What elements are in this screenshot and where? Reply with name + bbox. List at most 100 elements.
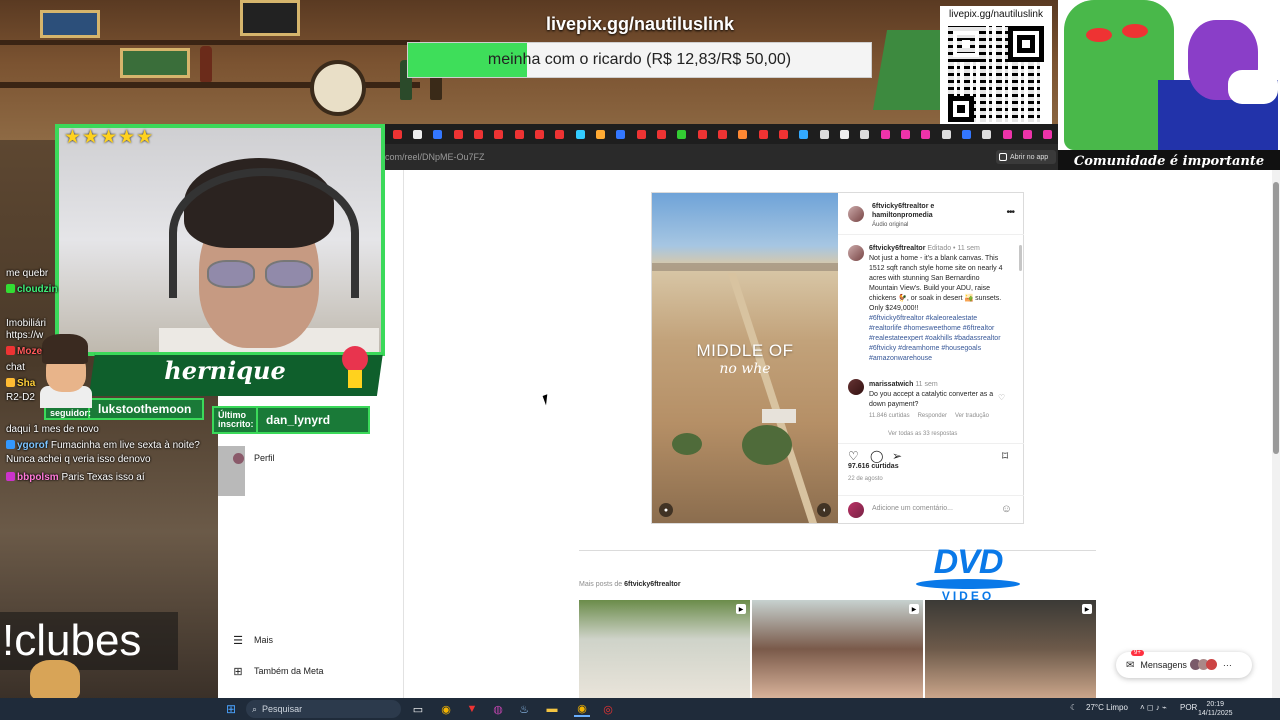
chat-message: me quebr bbox=[6, 268, 48, 279]
bookmark-icon[interactable] bbox=[712, 124, 732, 144]
tree bbox=[672, 433, 702, 455]
steam-icon[interactable]: ♨ bbox=[516, 701, 532, 717]
add-comment-placeholder[interactable]: Adicione um comentário... bbox=[872, 505, 953, 512]
mute-icon[interactable]: ◖ bbox=[817, 503, 831, 517]
bookmark-icon[interactable] bbox=[814, 124, 834, 144]
post-authors[interactable]: 6ftvicky6ftrealtor e hamiltonpromedia bbox=[872, 202, 934, 220]
bookmark-icon[interactable] bbox=[956, 124, 976, 144]
bookmark-icon[interactable] bbox=[692, 124, 712, 144]
translate-button[interactable]: Ver tradução bbox=[955, 413, 989, 419]
chrome-icon[interactable]: ◉ bbox=[438, 701, 454, 717]
open-in-app-button[interactable]: Abrir no app bbox=[996, 150, 1056, 164]
bookmark-icon[interactable] bbox=[611, 124, 631, 144]
bookmark-icon[interactable] bbox=[977, 124, 997, 144]
weather-icon[interactable]: ☾ bbox=[1070, 703, 1077, 712]
bookmark-icon[interactable] bbox=[590, 124, 610, 144]
likes-count[interactable]: 97.616 curtidas bbox=[848, 463, 899, 470]
add-comment-field[interactable]: Adicione um comentário... ☺ bbox=[838, 495, 1024, 523]
taskbar-search[interactable]: ⌕ Pesquisar bbox=[246, 700, 401, 718]
bookmark-icon[interactable] bbox=[672, 124, 692, 144]
comment-icon[interactable]: ◯ bbox=[870, 449, 883, 463]
bookmark-icon[interactable] bbox=[733, 124, 753, 144]
last-sub-box: Último inscrito: dan_lynyrd bbox=[212, 406, 370, 434]
video-user-icon[interactable]: ● bbox=[659, 503, 673, 517]
vivaldi-icon[interactable]: ▼ bbox=[464, 701, 480, 717]
reel-video[interactable]: MIDDLE OF no whe ● ◖ bbox=[652, 193, 838, 523]
sidebar-item-meta[interactable]: ⊞ Também da Meta bbox=[232, 665, 323, 678]
bookmark-icon[interactable] bbox=[997, 124, 1017, 144]
bookmark-icon[interactable] bbox=[631, 124, 651, 144]
bookmark-icon[interactable] bbox=[1038, 124, 1058, 144]
bookmark-icon[interactable] bbox=[489, 124, 509, 144]
comment-likes[interactable]: 11.846 curtidas bbox=[869, 413, 910, 419]
bookmark-icon[interactable] bbox=[468, 124, 488, 144]
caption-user[interactable]: 6ftvicky6ftrealtor bbox=[869, 245, 925, 252]
bookmark-icon[interactable] bbox=[1017, 124, 1037, 144]
bookmark-icon[interactable] bbox=[509, 124, 529, 144]
bookmark-icon[interactable] bbox=[875, 124, 895, 144]
reply-button[interactable]: Responder bbox=[918, 413, 947, 419]
obs-icon[interactable]: ◎ bbox=[600, 701, 616, 717]
search-icon: ⌕ bbox=[252, 703, 258, 714]
caption-hashtags[interactable]: #6ftvicky6ftrealtor #kaleorealestate #re… bbox=[869, 314, 1009, 364]
bookmark-icon[interactable] bbox=[895, 124, 915, 144]
bookmark-icon[interactable] bbox=[570, 124, 590, 144]
bookmark-icon[interactable] bbox=[855, 124, 875, 144]
post-thumbnail[interactable]: ▶ bbox=[752, 600, 923, 698]
author-avatar[interactable] bbox=[848, 206, 864, 222]
app-icon[interactable]: ◍ bbox=[490, 701, 506, 717]
more-options-icon[interactable]: ••• bbox=[1006, 207, 1014, 218]
bookmark-icon[interactable] bbox=[407, 124, 427, 144]
comment-user[interactable]: marissatwich bbox=[869, 381, 913, 388]
chat-text: daqui 1 mes de novo bbox=[6, 424, 99, 435]
bookmark-icon[interactable] bbox=[936, 124, 956, 144]
bookmark-icon[interactable] bbox=[773, 124, 793, 144]
save-icon[interactable]: ⌑ bbox=[1002, 449, 1008, 463]
post-thumbnail[interactable]: ▶ bbox=[579, 600, 750, 698]
weather-text[interactable]: 27°C Limpo bbox=[1086, 703, 1128, 712]
tray-icons[interactable]: ˄ ◻ ♪ ⌁ bbox=[1140, 703, 1167, 712]
task-view-icon[interactable]: ▭ bbox=[410, 701, 426, 717]
bookmark-icon[interactable] bbox=[448, 124, 468, 144]
windows-start-icon[interactable]: ⊞ bbox=[226, 703, 238, 715]
chat-username: ygorof bbox=[17, 440, 49, 451]
last-sub-name: dan_lynyrd bbox=[266, 413, 331, 427]
chrome-active-icon[interactable]: ◉ bbox=[574, 701, 590, 717]
url-text[interactable]: com/reel/DNpME-Ou7FZ bbox=[385, 152, 485, 162]
comment-time: 11 sem bbox=[915, 381, 938, 388]
sidebar-item-more[interactable]: ☰ Mais bbox=[232, 634, 273, 647]
bookmark-icon[interactable] bbox=[428, 124, 448, 144]
bookmark-icon[interactable] bbox=[651, 124, 671, 144]
bookmark-icon[interactable] bbox=[550, 124, 570, 144]
cartoon-caption: Comunidade é importante bbox=[1058, 150, 1280, 172]
webcam bbox=[55, 124, 385, 356]
page-scrollbar[interactable] bbox=[1272, 170, 1280, 698]
audio-label[interactable]: Áudio original bbox=[872, 222, 908, 228]
folder-icon[interactable]: ▬ bbox=[544, 701, 560, 717]
bookmark-icon[interactable] bbox=[753, 124, 773, 144]
commenter-avatar[interactable] bbox=[848, 379, 864, 395]
chat-message: Nunca achei q veria isso denovo bbox=[6, 454, 151, 465]
bookmark-icon[interactable] bbox=[794, 124, 814, 144]
bookmark-icon[interactable] bbox=[916, 124, 936, 144]
comment-like-icon[interactable]: ♡ bbox=[998, 393, 1005, 402]
bookmark-icon[interactable] bbox=[387, 124, 407, 144]
bookmark-icon[interactable] bbox=[834, 124, 854, 144]
sidebar-item-profile[interactable]: Perfil bbox=[232, 452, 275, 464]
address-bar[interactable]: com/reel/DNpME-Ou7FZ bbox=[383, 144, 1058, 170]
wall-frame bbox=[240, 0, 300, 36]
messages-button[interactable]: ✉ 9+ Mensagens ··· bbox=[1116, 650, 1252, 678]
post-caption: 6ftvicky6ftrealtor Editado • 11 sem Not … bbox=[869, 244, 1009, 364]
more-posts-user[interactable]: 6ftvicky6ftrealtor bbox=[624, 581, 680, 588]
emoji-icon[interactable]: ☺ bbox=[1001, 503, 1012, 515]
clock[interactable]: 20:19 14/11/2025 bbox=[1198, 700, 1233, 718]
like-icon[interactable]: ♡ bbox=[848, 449, 859, 463]
bottle bbox=[200, 46, 212, 82]
share-icon[interactable]: ➢ bbox=[892, 449, 902, 463]
language[interactable]: POR bbox=[1180, 703, 1197, 712]
caption-avatar[interactable] bbox=[848, 245, 864, 261]
comments-scrollbar[interactable] bbox=[1019, 245, 1022, 271]
view-replies-button[interactable]: Ver todas as 33 respostas bbox=[888, 431, 957, 437]
post-thumbnail[interactable]: ▶ bbox=[925, 600, 1096, 698]
bookmark-icon[interactable] bbox=[529, 124, 549, 144]
